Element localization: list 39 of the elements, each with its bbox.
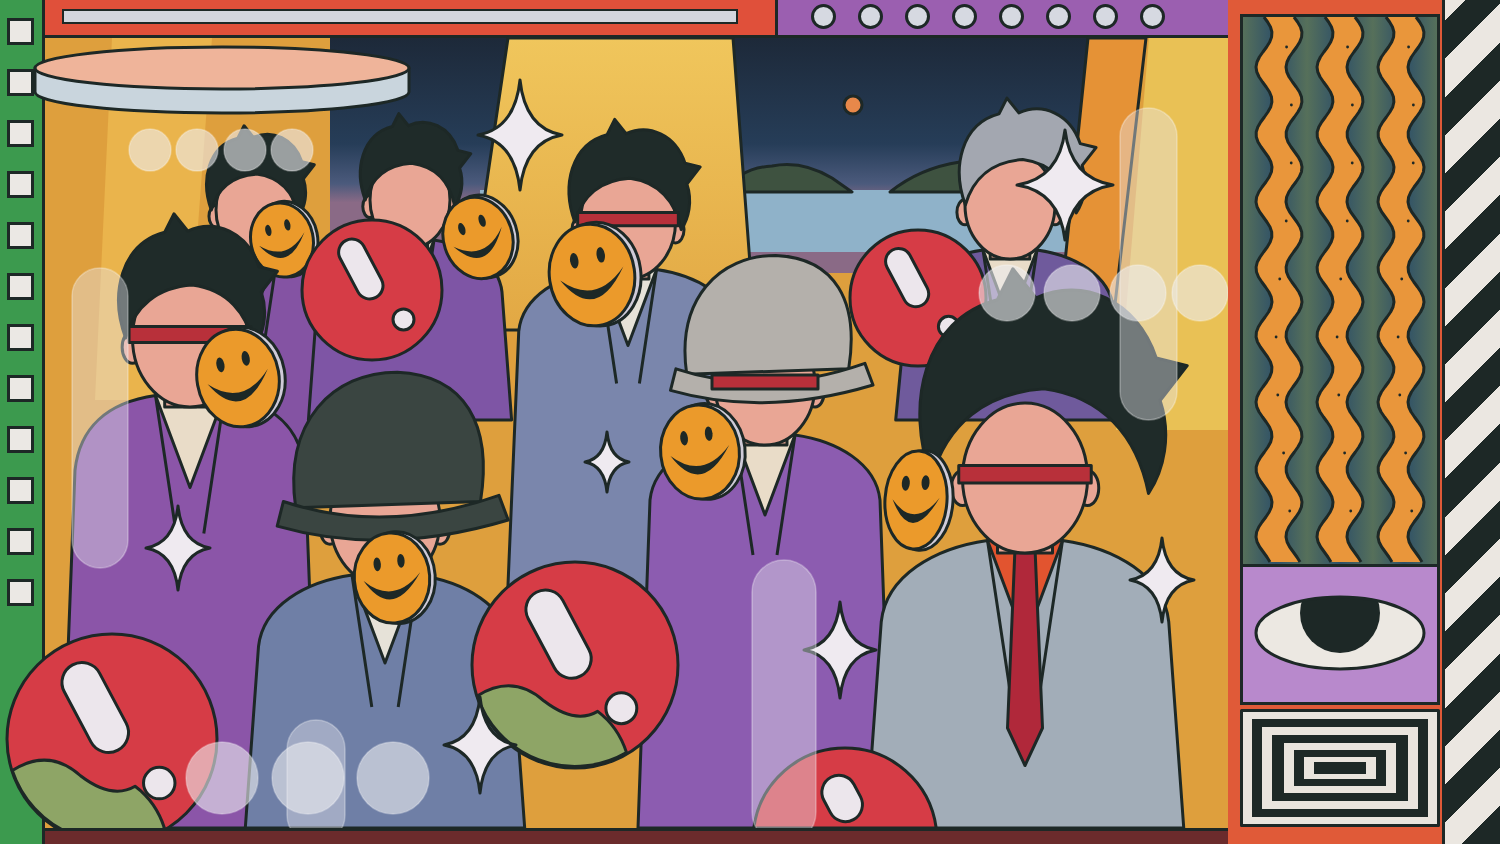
circle-light-icon bbox=[999, 3, 1024, 29]
square-hole-icon bbox=[7, 273, 34, 300]
square-hole-icon bbox=[7, 426, 34, 453]
bubble-icon bbox=[978, 264, 1036, 322]
square-hole-icon bbox=[7, 171, 34, 198]
circle-light-icon bbox=[1046, 3, 1071, 29]
sparkle-icon bbox=[802, 600, 878, 700]
square-hole-icon bbox=[7, 120, 34, 147]
sparkle-icon bbox=[1015, 128, 1115, 242]
bubble-icon bbox=[270, 128, 314, 172]
sparkle-icon bbox=[583, 430, 631, 494]
square-hole-icon bbox=[7, 18, 34, 45]
bubble-icon bbox=[1043, 264, 1101, 322]
moon-icon bbox=[842, 94, 864, 116]
square-hole-icon bbox=[7, 69, 34, 96]
sparkle-icon bbox=[144, 504, 212, 592]
sparkle-icon bbox=[1128, 536, 1196, 624]
square-hole-icon bbox=[7, 375, 34, 402]
square-hole-icon bbox=[7, 477, 34, 504]
bubble-icon bbox=[1171, 264, 1229, 322]
bubble-icon bbox=[271, 741, 345, 815]
bubble-icon bbox=[223, 128, 267, 172]
sparkle-icon bbox=[442, 695, 518, 795]
circle-light-icon bbox=[811, 3, 836, 29]
circle-light-icon bbox=[905, 3, 930, 29]
square-hole-icon bbox=[7, 579, 34, 606]
square-hole-icon bbox=[7, 324, 34, 351]
bubble-icon bbox=[128, 128, 172, 172]
bubble-icon bbox=[175, 128, 219, 172]
square-hole-icon bbox=[7, 528, 34, 555]
circle-light-icon bbox=[1140, 3, 1165, 29]
bubble-icon bbox=[356, 741, 430, 815]
bubble-icon bbox=[1109, 264, 1167, 322]
circle-light-icon bbox=[858, 3, 883, 29]
bubble-icon bbox=[185, 741, 259, 815]
square-hole-icon bbox=[7, 222, 34, 249]
circle-light-icon bbox=[1093, 3, 1118, 29]
sparkle-icon bbox=[476, 78, 564, 192]
circle-light-icon bbox=[952, 3, 977, 29]
